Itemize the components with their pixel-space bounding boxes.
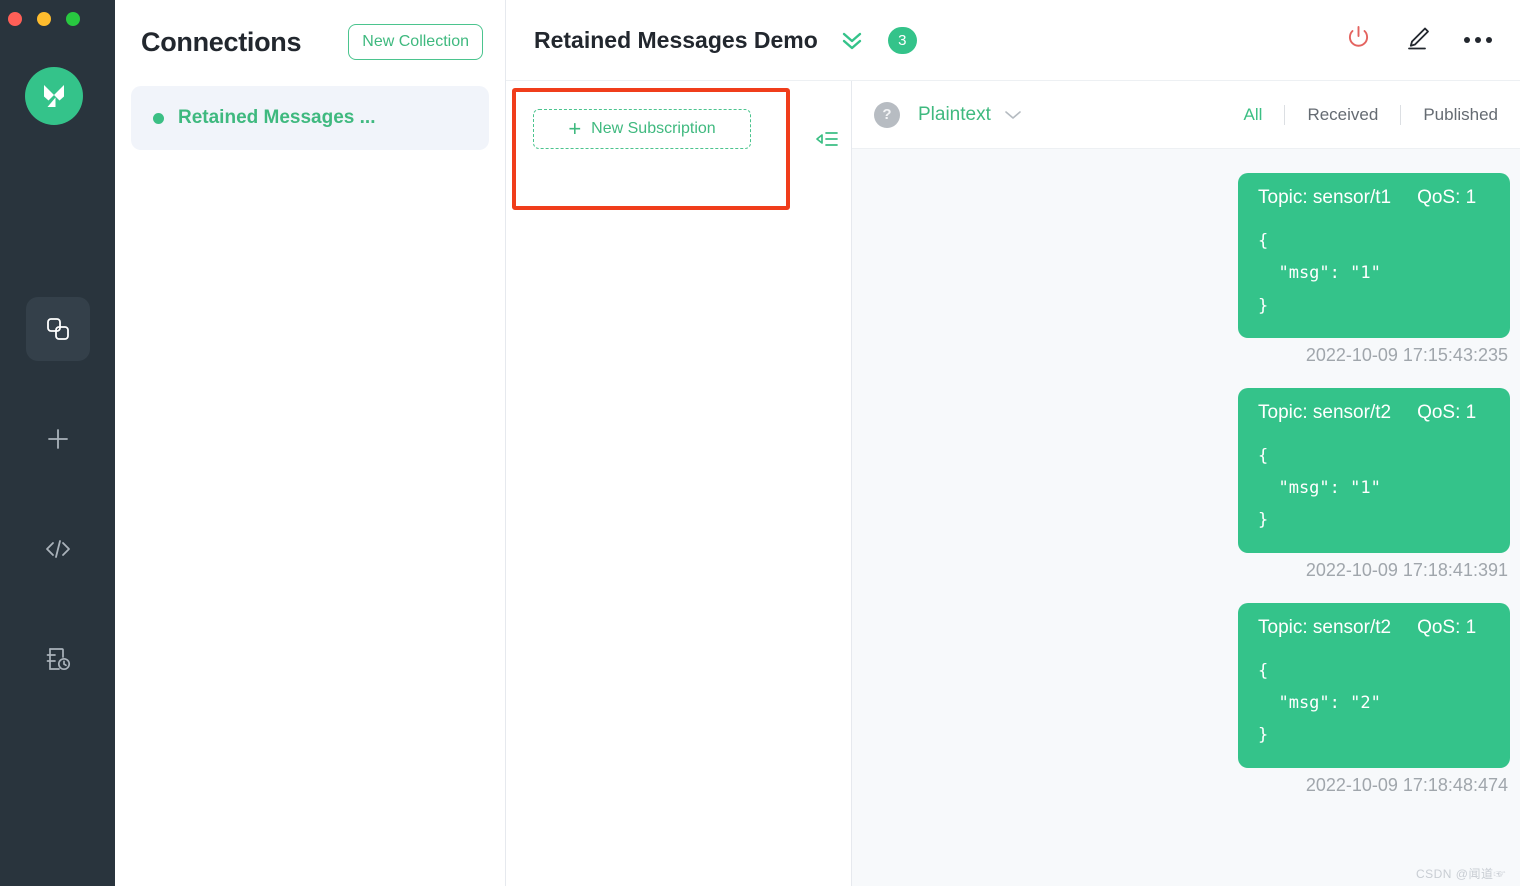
pencil-icon	[1404, 24, 1432, 57]
edit-connection-button[interactable]	[1404, 24, 1432, 57]
content-split: + New Subscription ? Plaintext All Recei…	[506, 81, 1520, 886]
message-filters: All Received Published	[1222, 104, 1520, 125]
window-maximize-button[interactable]	[66, 12, 80, 26]
collapse-left-icon	[814, 128, 840, 155]
filter-received[interactable]: Received	[1285, 105, 1400, 125]
connection-header: Retained Messages Demo 3	[506, 0, 1520, 81]
window-traffic-lights	[8, 12, 80, 26]
message-count-badge: 3	[887, 26, 917, 54]
rail-icon-group	[0, 297, 115, 737]
more-options-button[interactable]	[1464, 37, 1492, 43]
plus-icon: +	[568, 116, 582, 141]
connection-list: Retained Messages ...	[115, 86, 505, 150]
message-bubble[interactable]: Topic: sensor/t2 QoS: 1 { "msg": "1" }	[1238, 387, 1510, 553]
message-payload: { "msg": "1" }	[1258, 445, 1381, 531]
connections-header: Connections New Collection	[115, 0, 505, 60]
message-bubble[interactable]: Topic: sensor/t1 QoS: 1 { "msg": "1" }	[1238, 173, 1510, 338]
collapse-subscriptions-button[interactable]	[803, 121, 851, 161]
messages-toolbar: ? Plaintext All Received Published	[852, 81, 1520, 149]
message-bubble[interactable]: Topic: sensor/t2 QoS: 1 { "msg": "2" }	[1238, 602, 1510, 768]
connection-title: Retained Messages Demo	[534, 26, 818, 53]
sidebar-item-new-connection[interactable]	[26, 407, 90, 471]
message-timestamp: 2022-10-09 17:15:43:235	[1305, 344, 1508, 365]
message-qos: QoS: 1	[1417, 187, 1477, 208]
new-subscription-button[interactable]: + New Subscription	[533, 109, 751, 149]
chevron-double-down-icon[interactable]	[838, 29, 866, 51]
message-meta: Topic: sensor/t2 QoS: 1	[1258, 402, 1490, 424]
message-meta: Topic: sensor/t2 QoS: 1	[1258, 617, 1490, 639]
message-qos: QoS: 1	[1417, 616, 1477, 638]
message-list[interactable]: Topic: sensor/t1 QoS: 1 { "msg": "1" } 2…	[852, 149, 1520, 886]
message-topic: Topic: sensor/t1	[1258, 187, 1392, 208]
filter-all[interactable]: All	[1222, 105, 1285, 125]
list-item[interactable]: Retained Messages ...	[131, 86, 489, 150]
message-topic: Topic: sensor/t2	[1258, 401, 1392, 423]
new-subscription-label: New Subscription	[591, 120, 716, 137]
chevron-down-icon[interactable]	[1003, 108, 1023, 122]
main-panel: Retained Messages Demo 3 + New Subscript…	[506, 0, 1520, 886]
payload-format-label[interactable]: Plaintext	[918, 104, 991, 126]
message-timestamp: 2022-10-09 17:18:41:391	[1305, 559, 1508, 580]
message-item: Topic: sensor/t2 QoS: 1 { "msg": "1" } 2…	[1238, 387, 1510, 581]
new-collection-button[interactable]: New Collection	[348, 24, 483, 60]
message-item: Topic: sensor/t2 QoS: 1 { "msg": "2" } 2…	[1238, 602, 1510, 796]
mqttx-logo	[25, 67, 83, 125]
help-icon[interactable]: ?	[874, 101, 900, 128]
connections-icon	[44, 315, 72, 343]
sidebar-item-connections[interactable]	[25, 297, 90, 361]
page-title: Connections	[141, 26, 302, 57]
window-close-button[interactable]	[8, 12, 22, 26]
ellipsis-icon	[1464, 37, 1492, 43]
message-timestamp: 2022-10-09 17:18:48:474	[1305, 774, 1508, 795]
message-payload: { "msg": "1" }	[1258, 231, 1381, 316]
message-meta: Topic: sensor/t1 QoS: 1	[1258, 187, 1490, 209]
window-minimize-button[interactable]	[37, 12, 51, 26]
annotation-highlight-box	[512, 88, 790, 210]
connection-name: Retained Messages ...	[178, 107, 376, 128]
new-connection-plus-icon	[44, 425, 72, 453]
connections-panel: Connections New Collection Retained Mess…	[115, 0, 506, 886]
connection-status-dot	[153, 112, 164, 124]
watermark: CSDN @闻道☞	[1415, 867, 1506, 881]
message-item: Topic: sensor/t1 QoS: 1 { "msg": "1" } 2…	[1238, 173, 1510, 366]
message-payload: { "msg": "2" }	[1258, 660, 1381, 746]
left-icon-rail	[0, 0, 115, 886]
app-window: Connections New Collection Retained Mess…	[0, 0, 1520, 886]
sidebar-item-log[interactable]	[26, 627, 90, 691]
disconnect-power-button[interactable]	[1345, 24, 1372, 56]
script-code-icon	[43, 535, 73, 563]
sidebar-item-scripts[interactable]	[26, 517, 90, 581]
message-qos: QoS: 1	[1417, 401, 1477, 423]
log-history-icon	[44, 645, 72, 673]
filter-published[interactable]: Published	[1401, 105, 1520, 125]
subscriptions-panel: + New Subscription	[506, 81, 852, 886]
messages-panel: ? Plaintext All Received Published Topic…	[852, 81, 1520, 886]
header-actions	[1345, 24, 1492, 57]
power-icon	[1345, 24, 1372, 56]
message-topic: Topic: sensor/t2	[1258, 616, 1392, 638]
